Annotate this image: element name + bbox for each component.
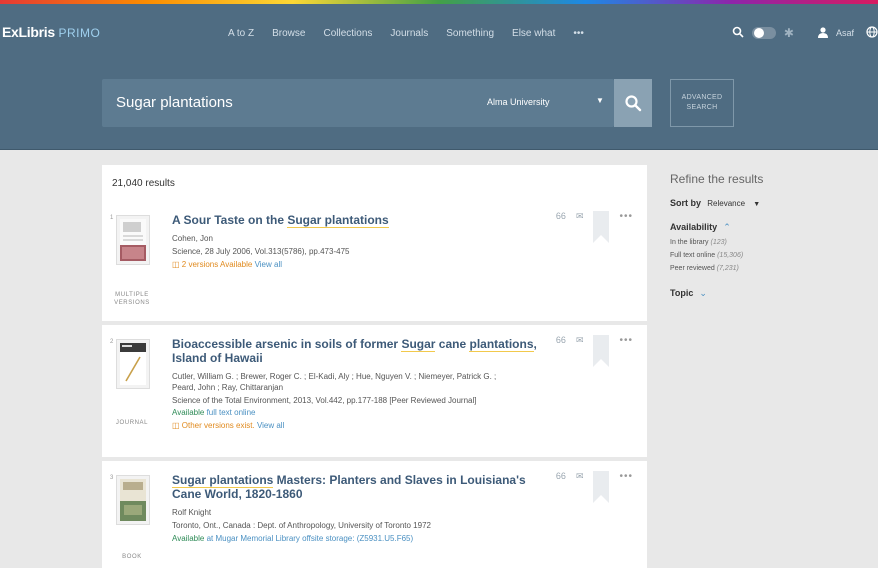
results-count-bar: 21,040 results (102, 165, 647, 201)
chevron-down-icon[interactable]: ⌄ (699, 288, 707, 298)
search-scope-select[interactable]: Alma University (487, 97, 550, 107)
advanced-label-2: SEARCH (686, 104, 718, 111)
result-versions: ◫ Other versions exist. View all (172, 421, 285, 430)
bookmark-icon[interactable] (593, 335, 610, 367)
advanced-search-button[interactable]: ADVANCED SEARCH (670, 79, 734, 127)
result-item: 1 MULTIPLE VERSIONS A Sour Taste on the … (102, 201, 647, 321)
result-index: 2 (110, 339, 114, 345)
result-title-link[interactable]: Sugar plantations Masters: Planters and … (172, 473, 540, 501)
result-source: Toronto, Ont., Canada : Dept. of Anthrop… (172, 521, 431, 530)
nav-a-to-z[interactable]: A to Z (228, 28, 254, 39)
email-icon[interactable]: ✉ (576, 471, 584, 482)
result-availability: Available at Mugar Memorial Library offs… (172, 534, 414, 543)
result-actions: 66 ✉ ••• (556, 471, 633, 503)
search-query-text[interactable]: Sugar plantations (116, 94, 233, 111)
refine-title: Refine the results (670, 172, 764, 186)
result-thumbnail[interactable] (116, 339, 150, 389)
result-author-cont: Peard, John ; Ray, Chittaranjan (172, 383, 284, 392)
nav-collections[interactable]: Collections (323, 28, 372, 39)
result-availability: Available full text online (172, 408, 256, 417)
result-author: Rolf Knight (172, 508, 212, 517)
email-icon[interactable]: ✉ (576, 211, 584, 222)
user-name[interactable]: Asaf (836, 28, 854, 38)
result-versions: ◫ 2 versions Available View all (172, 260, 282, 269)
bookmark-icon[interactable] (593, 211, 610, 243)
top-navigation-bar: ExLibris PRIMO A to Z Browse Collections… (0, 4, 878, 62)
book-cover-icon (120, 479, 146, 521)
result-actions: 66 ✉ ••• (556, 335, 633, 367)
journal-cover-icon (120, 343, 146, 385)
user-area: ✱ Asaf (732, 26, 878, 40)
result-item: 2 JOURNAL Bioaccessible arsenic in soils… (102, 325, 647, 457)
more-actions-icon[interactable]: ••• (619, 335, 633, 346)
cite-icon[interactable]: 66 (556, 471, 566, 481)
facet-full-text-online[interactable]: Full text online (15,306) (670, 252, 870, 259)
result-author: Cutler, William G. ; Brewer, Roger C. ; … (172, 372, 497, 381)
cite-icon[interactable]: 66 (556, 211, 566, 221)
pin-icon[interactable]: ✱ (784, 27, 794, 39)
result-title-link[interactable]: A Sour Taste on the Sugar plantations (172, 213, 540, 228)
versions-icon: ◫ (172, 421, 182, 430)
nav-browse[interactable]: Browse (272, 28, 305, 39)
user-icon[interactable] (817, 26, 828, 40)
advanced-label-1: ADVANCED (681, 94, 723, 101)
results-list: 21,040 results 1 MULTIPLE VERSIONS A Sou… (102, 165, 647, 568)
result-item: 3 BOOK Sugar plantations Masters: Plante… (102, 461, 647, 568)
nav-more[interactable]: ••• (573, 28, 584, 39)
location-link[interactable]: at Mugar Memorial Library offsite storag… (207, 534, 414, 543)
more-actions-icon[interactable]: ••• (619, 471, 633, 482)
cite-icon[interactable]: 66 (556, 335, 566, 345)
result-author: Cohen, Jon (172, 234, 213, 243)
facet-in-library[interactable]: In the library (123) (670, 239, 870, 246)
nav-else-what[interactable]: Else what (512, 28, 555, 39)
result-index: 1 (110, 215, 114, 221)
result-thumbnail[interactable] (116, 215, 150, 265)
bookmark-icon[interactable] (593, 471, 610, 503)
search-band: Sugar plantations Alma University ▼ ADVA… (0, 62, 878, 150)
more-actions-icon[interactable]: ••• (619, 211, 633, 222)
search-input[interactable]: Sugar plantations Alma University ▼ (102, 79, 614, 127)
search-icon (625, 95, 642, 112)
results-count: 21,040 results (112, 178, 175, 189)
view-all-link[interactable]: View all (255, 260, 282, 269)
refine-panel: Refine the results Sort by Relevance ▼ A… (670, 172, 870, 299)
result-thumbnail[interactable] (116, 475, 150, 525)
multiple-versions-icon (120, 219, 146, 261)
search-button[interactable] (614, 79, 652, 127)
facet-peer-reviewed[interactable]: Peer reviewed (7,231) (670, 265, 870, 272)
chevron-up-icon[interactable]: ⌃ (723, 222, 731, 232)
versions-icon: ◫ (172, 260, 182, 269)
result-source: Science, 28 July 2006, Vol.313(5786), pp… (172, 247, 350, 256)
email-icon[interactable]: ✉ (576, 335, 584, 346)
logo-text: ExLibris (2, 24, 55, 40)
facet-topic[interactable]: Topic ⌄ (670, 288, 870, 299)
search-icon[interactable] (732, 26, 744, 40)
sort-control[interactable]: Sort by Relevance ▼ (670, 198, 870, 208)
sort-value[interactable]: Relevance (707, 199, 745, 208)
result-actions: 66 ✉ ••• (556, 211, 633, 243)
result-type: MULTIPLE VERSIONS (114, 292, 150, 306)
result-index: 3 (110, 475, 114, 481)
result-title-link[interactable]: Bioaccessible arsenic in soils of former… (172, 337, 540, 365)
facet-availability[interactable]: Availability ⌃ (670, 222, 870, 233)
main-nav: A to Z Browse Collections Journals Somet… (228, 28, 602, 39)
globe-icon[interactable] (866, 26, 878, 40)
result-source: Science of the Total Environment, 2013, … (172, 396, 477, 405)
scope-caret-icon[interactable]: ▼ (596, 96, 604, 105)
sort-caret-icon[interactable]: ▼ (753, 201, 760, 208)
exlibris-primo-logo[interactable]: ExLibris PRIMO (2, 24, 100, 40)
logo-primo-text: PRIMO (58, 26, 101, 40)
result-type: BOOK (122, 554, 142, 560)
nav-journals[interactable]: Journals (390, 28, 428, 39)
display-toggle[interactable] (751, 27, 776, 39)
full-text-link[interactable]: full text online (207, 408, 256, 417)
nav-something[interactable]: Something (446, 28, 494, 39)
view-all-link[interactable]: View all (257, 421, 284, 430)
result-type: JOURNAL (115, 420, 149, 426)
